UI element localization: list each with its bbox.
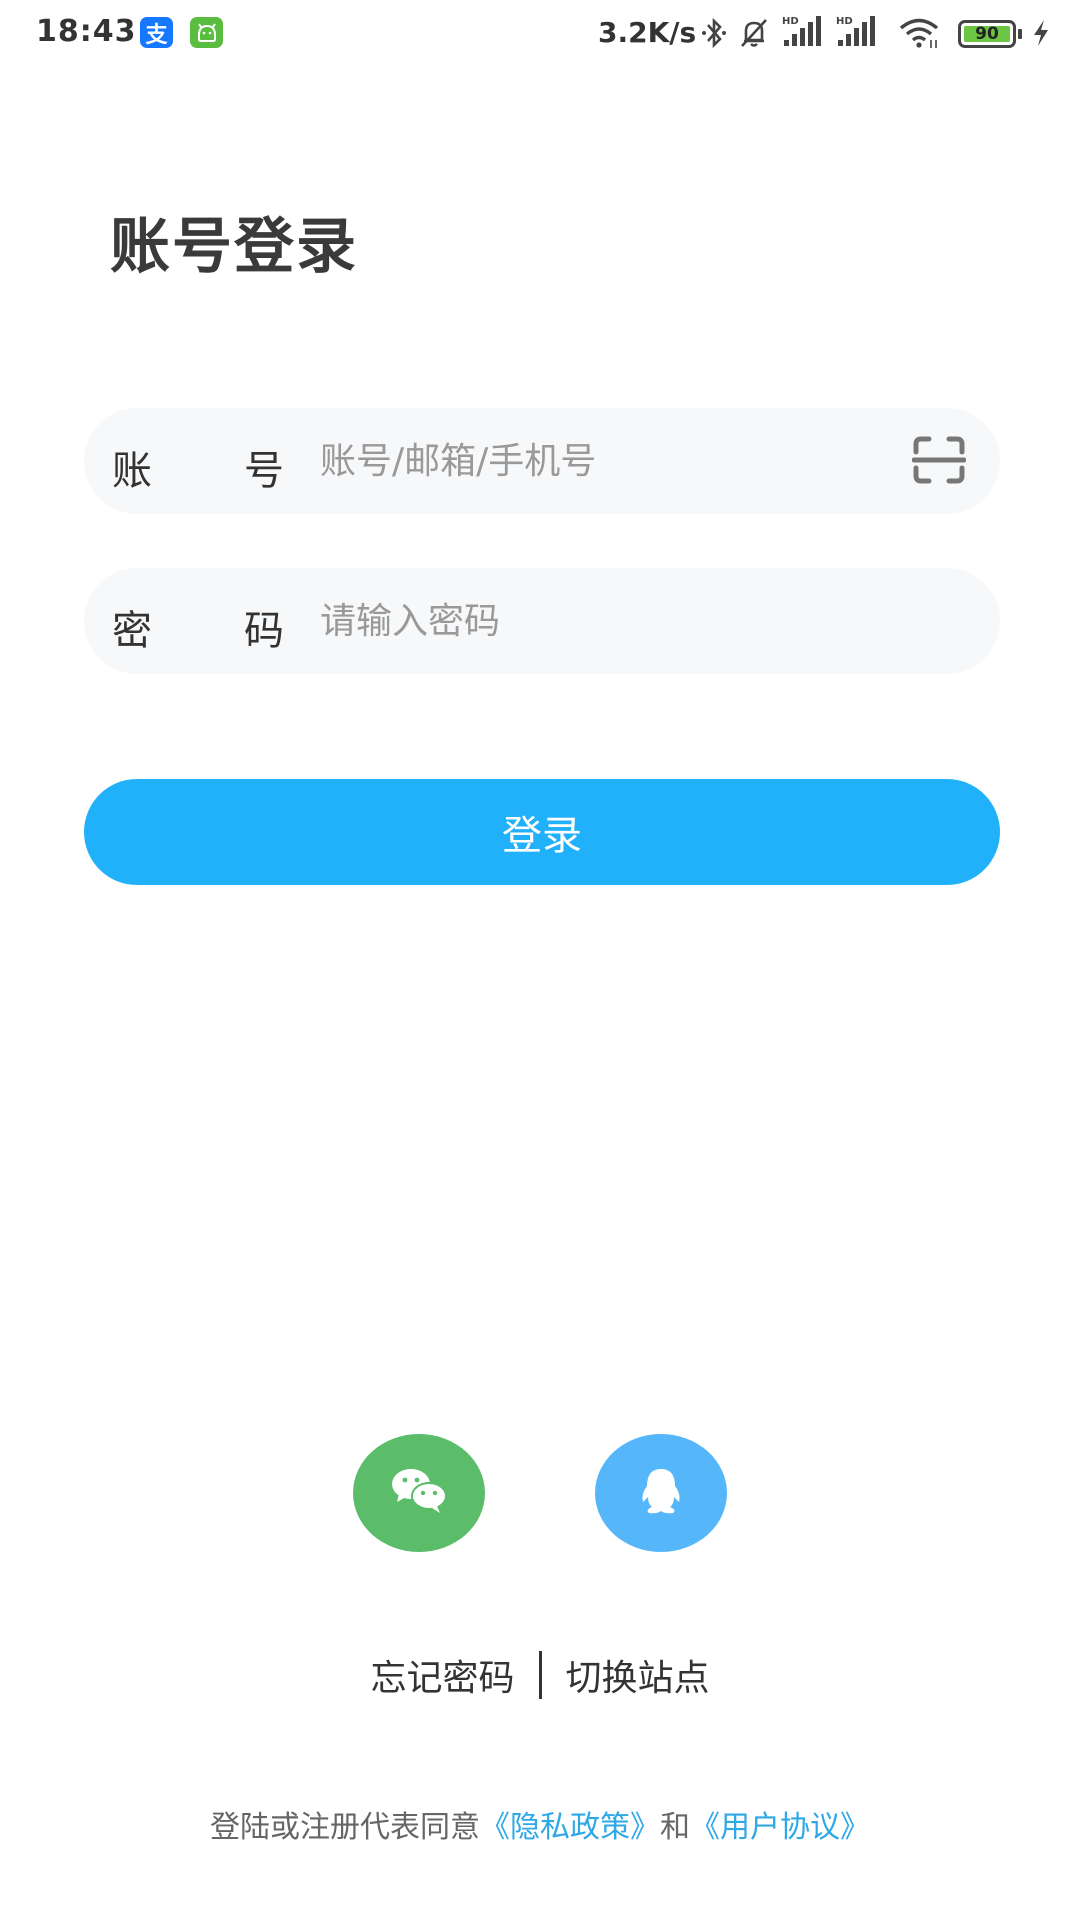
forgot-password-link[interactable]: 忘记密码 <box>362 1649 522 1701</box>
svg-text:HD: HD <box>782 16 799 27</box>
battery-tip <box>1018 29 1022 39</box>
switch-site-link[interactable]: 切换站点 <box>558 1649 718 1701</box>
agreement-text: 登陆或注册代表同意《隐私政策》和《用户协议》 <box>0 1802 1080 1846</box>
signal-hd-icon: HD <box>836 14 878 54</box>
bluetooth-icon <box>700 16 728 54</box>
wechat-login-button[interactable] <box>353 1434 485 1552</box>
status-time: 18:43 <box>36 14 137 49</box>
wechat-icon <box>389 1466 449 1520</box>
network-speed: 3.2K/s <box>598 16 697 49</box>
password-field[interactable]: 密 码 <box>84 568 1000 674</box>
agreement-and: 和 <box>660 1810 690 1845</box>
bottom-links: 忘记密码 切换站点 <box>0 1648 1080 1702</box>
agreement-prefix: 登陆或注册代表同意 <box>210 1810 480 1845</box>
account-input[interactable] <box>320 408 900 514</box>
privacy-policy-link[interactable]: 《隐私政策》 <box>480 1810 660 1845</box>
page-title: 账号登录 <box>110 212 358 282</box>
charging-icon <box>1030 18 1052 52</box>
qq-login-button[interactable] <box>595 1434 727 1552</box>
status-bar: 18:43 支 3.2K/s HD HD 90 <box>0 0 1080 66</box>
svg-text:HD: HD <box>836 16 853 27</box>
password-label-first: 密 <box>112 608 152 654</box>
qq-icon <box>637 1466 685 1520</box>
links-divider <box>538 1651 542 1699</box>
login-button[interactable]: 登录 <box>84 779 1000 885</box>
account-field[interactable]: 账 号 <box>84 408 1000 514</box>
signal-hd-icon: HD <box>782 14 824 54</box>
scan-icon[interactable] <box>911 436 967 484</box>
alipay-icon: 支 <box>140 17 173 48</box>
account-label-first: 账 <box>112 448 152 494</box>
android-app-icon <box>190 17 223 48</box>
battery-level: 90 <box>964 24 1010 44</box>
battery-icon: 90 <box>958 20 1016 48</box>
wifi-icon <box>898 16 942 54</box>
password-input[interactable] <box>320 568 900 674</box>
user-agreement-link[interactable]: 《用户协议》 <box>690 1810 870 1845</box>
mute-bell-icon <box>736 16 772 54</box>
password-label-second: 码 <box>244 608 284 654</box>
account-label-second: 号 <box>244 448 284 494</box>
